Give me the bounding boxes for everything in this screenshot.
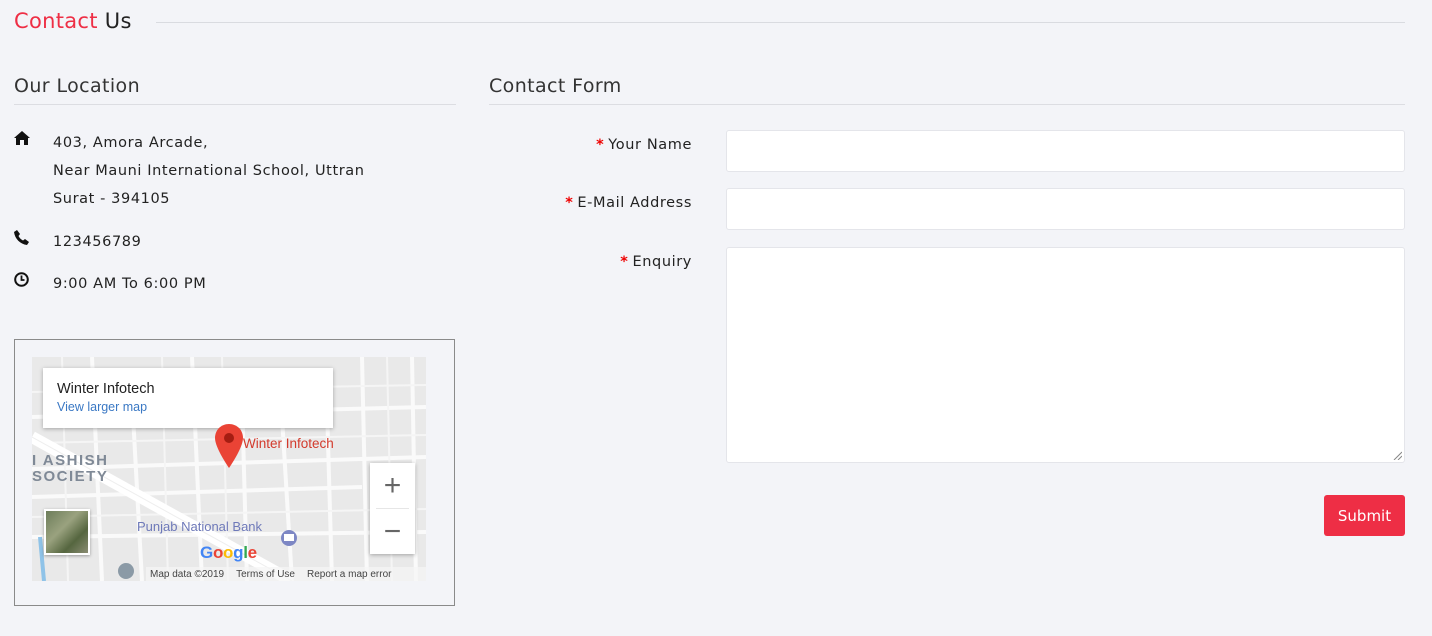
phone-row: 123456789: [14, 228, 141, 256]
map-data-text: Map data ©2019: [150, 568, 225, 580]
google-logo: Google: [200, 543, 257, 562]
phone-text: 123456789: [53, 234, 142, 250]
map-place-name: Winter Infotech: [57, 381, 155, 397]
terms-of-use-link[interactable]: Terms of Use: [236, 569, 295, 580]
map-attribution: Map data ©2019 Terms of Use Report a map…: [146, 567, 426, 581]
page-title-rest: Us: [104, 9, 132, 33]
map-frame: I ASHISH SOCIETY Winter Infotech View la…: [14, 339, 455, 606]
header-divider: [156, 22, 1405, 23]
view-larger-map-link[interactable]: View larger map: [57, 398, 319, 416]
location-title: Our Location: [14, 72, 456, 105]
zoom-out-button[interactable]: −: [370, 509, 415, 554]
contact-form: Contact Form * Your Name * E-Mail Address …: [489, 72, 1405, 536]
society-label: I ASHISH SOCIETY: [32, 452, 109, 485]
required-mark: *: [565, 195, 574, 211]
email-input[interactable]: [726, 188, 1405, 230]
page-header: Contact Us: [14, 7, 1405, 37]
satellite-toggle-button[interactable]: [44, 509, 90, 555]
phone-icon: [14, 228, 53, 256]
hours-row: 9:00 AM To 6:00 PM: [14, 270, 206, 298]
name-label: * Your Name: [596, 137, 692, 153]
name-input[interactable]: [726, 130, 1405, 172]
map-marker-label: Winter Infotech: [243, 436, 334, 451]
address-line-3: Surat - 394105: [53, 191, 171, 207]
address-text: 403, Amora Arcade, Near Mauni Internatio…: [53, 129, 365, 213]
zoom-in-button[interactable]: +: [370, 463, 415, 508]
home-icon: [14, 129, 53, 213]
contact-form-title: Contact Form: [489, 72, 1405, 105]
clock-icon: [14, 270, 53, 298]
address-line-1: 403, Amora Arcade,: [53, 135, 209, 151]
enquiry-textarea[interactable]: [726, 247, 1405, 463]
report-map-error-link[interactable]: Report a map error: [307, 569, 391, 580]
bank-label: Punjab National Bank: [137, 519, 263, 534]
page-title-accent: Contact: [14, 9, 98, 33]
address-line-2: Near Mauni International School, Uttran: [53, 163, 365, 179]
page-title: Contact Us: [14, 7, 132, 35]
required-mark: *: [596, 137, 605, 153]
google-map[interactable]: I ASHISH SOCIETY Winter Infotech View la…: [32, 357, 426, 581]
submit-button[interactable]: Submit: [1324, 495, 1405, 536]
required-mark: *: [620, 254, 629, 270]
map-info-card: Winter Infotech View larger map: [43, 368, 333, 428]
hours-text: 9:00 AM To 6:00 PM: [53, 276, 207, 292]
contact-page: Contact Us Our Location 403, Amora Arcad…: [0, 0, 1432, 636]
map-marker-icon[interactable]: [215, 424, 243, 468]
location-section: Our Location 403, Amora Arcade, Near Mau…: [14, 72, 456, 292]
enquiry-label: * Enquiry: [620, 254, 692, 270]
email-label: * E-Mail Address: [565, 195, 692, 211]
resize-handle-icon[interactable]: [1392, 450, 1402, 460]
zoom-controls: + −: [370, 463, 415, 554]
address-row: 403, Amora Arcade, Near Mauni Internatio…: [14, 129, 365, 213]
